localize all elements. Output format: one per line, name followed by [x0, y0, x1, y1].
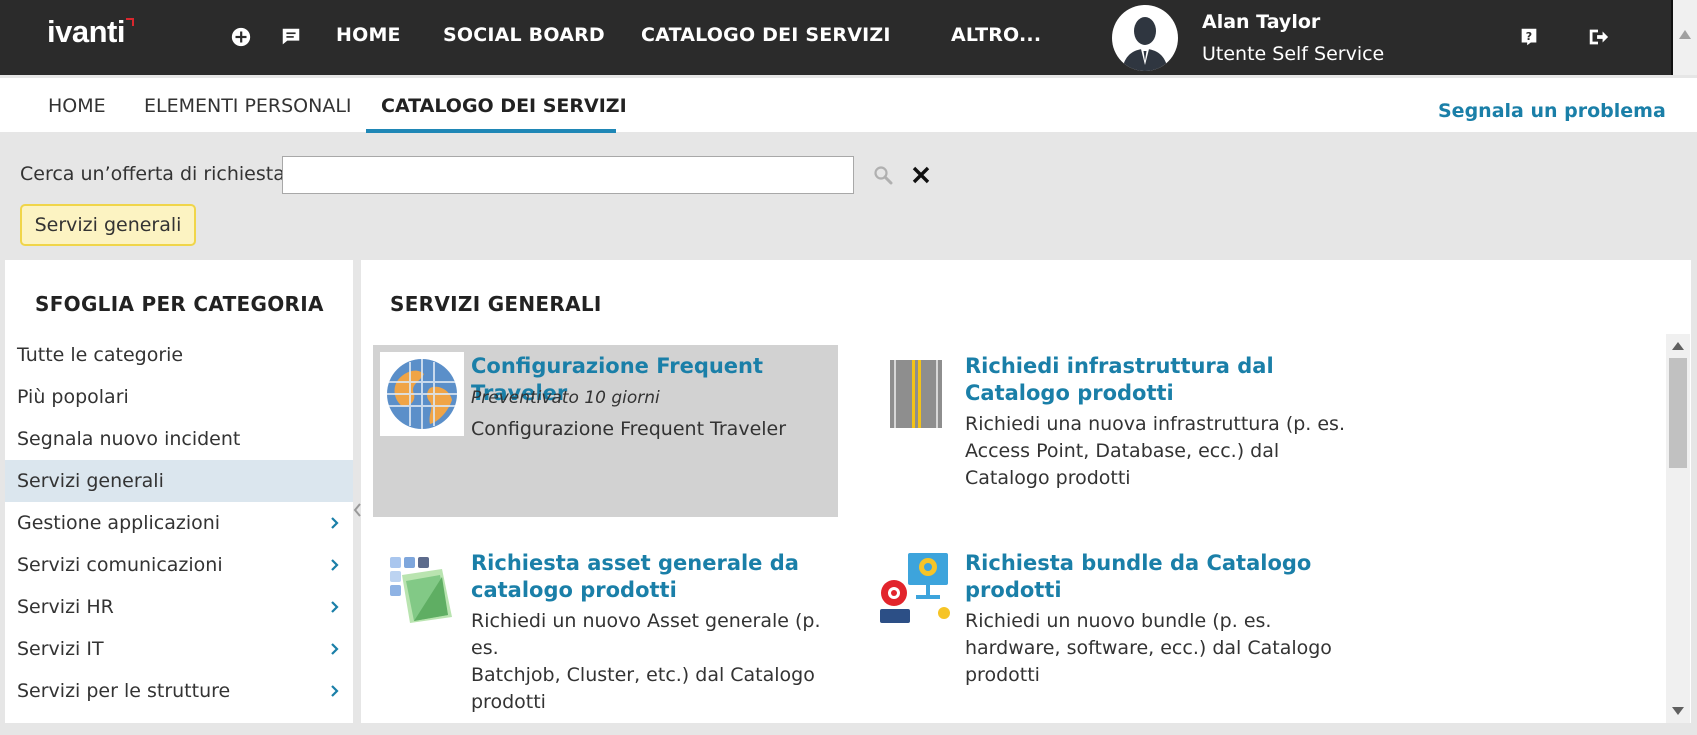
offer-title[interactable]: Richiesta asset generale da catalogo pro… [471, 550, 836, 604]
category-all[interactable]: Tutte le categorie [5, 334, 353, 376]
offer-title[interactable]: Richiesta bundle da Catalogo prodotti [965, 550, 1315, 604]
filter-chip-general-services[interactable]: Servizi generali [20, 204, 196, 246]
offers-scrollbar[interactable] [1666, 334, 1690, 723]
category-communication-services[interactable]: Servizi comunicazioni [5, 544, 353, 586]
user-role: Utente Self Service [1202, 43, 1385, 65]
tab-service-catalog[interactable]: CATALOGO DEI SERVIZI [381, 95, 627, 117]
nav-more[interactable]: ALTRO... [951, 24, 1041, 46]
page-scrollbar[interactable] [1673, 0, 1697, 75]
category-label: Tutte le categorie [17, 344, 184, 366]
ivanti-logo[interactable]: ivanti [47, 14, 125, 50]
category-general-services[interactable]: Servizi generali [5, 460, 353, 502]
report-problem-link[interactable]: Segnala un problema [1438, 100, 1666, 122]
chevron-right-icon [331, 685, 339, 697]
search-icon[interactable] [872, 164, 894, 186]
globe-icon [380, 352, 464, 436]
offers-panel: SERVIZI GENERALI Configurazione Frequent… [361, 260, 1691, 723]
scroll-down-arrow-icon[interactable] [1672, 707, 1684, 715]
category-facility-services[interactable]: Servizi per le strutture [5, 670, 353, 712]
avatar[interactable] [1112, 5, 1178, 71]
user-name: Alan Taylor [1202, 11, 1321, 33]
help-icon[interactable]: ? [1516, 24, 1542, 50]
search-input[interactable] [282, 156, 854, 194]
offer-description: Richiedi una nuova infrastruttura (p. es… [965, 411, 1345, 492]
category-popular[interactable]: Più popolari [5, 376, 353, 418]
category-label: Servizi per le strutture [17, 680, 231, 702]
offer-description: Richiedi un nuovo bundle (p. es. hardwar… [965, 608, 1345, 689]
category-it-services[interactable]: Servizi IT [5, 628, 353, 670]
nav-home[interactable]: HOME [336, 24, 401, 46]
scroll-up-arrow-icon[interactable] [1672, 342, 1684, 350]
offer-title-line: Richiedi infrastruttura dal [965, 354, 1274, 378]
svg-text:?: ? [1526, 30, 1532, 43]
offer-title-line: Richiesta asset generale da [471, 551, 799, 575]
category-app-management[interactable]: Gestione applicazioni [5, 502, 353, 544]
offer-description-line: Richiedi un nuovo bundle (p. es. [965, 610, 1272, 632]
offer-description-line: Access Point, Database, ecc.) dal [965, 440, 1280, 462]
nav-social-board[interactable]: SOCIAL BOARD [443, 24, 605, 46]
section-heading: SERVIZI GENERALI [390, 292, 602, 316]
nav-service-catalog[interactable]: CATALOGO DEI SERVIZI [641, 24, 891, 46]
offer-estimate: Preventivato 10 giorni [471, 388, 660, 408]
offer-title-line: Catalogo prodotti [965, 381, 1174, 405]
tab-home[interactable]: HOME [48, 95, 106, 117]
category-label: Gestione applicazioni [17, 512, 221, 534]
offer-card-infrastructure[interactable]: Richiedi infrastruttura dal Catalogo pro… [867, 345, 1345, 517]
chevron-right-icon [331, 517, 339, 529]
category-label: Segnala nuovo incident [17, 428, 241, 450]
chevron-right-icon [331, 643, 339, 655]
category-label: Servizi generali [17, 470, 164, 492]
chevron-right-icon [331, 601, 339, 613]
offer-title[interactable]: Richiedi infrastruttura dal Catalogo pro… [965, 353, 1315, 407]
collapse-panel-handle-icon[interactable] [353, 502, 361, 518]
asset-icon [380, 547, 464, 631]
offer-description-line: prodotti [965, 664, 1040, 686]
offer-description-line: hardware, software, ecc.) dal Catalogo [965, 637, 1332, 659]
bundle-icon [874, 547, 958, 631]
scrollbar-thumb[interactable] [1669, 358, 1687, 468]
chat-icon[interactable] [278, 24, 304, 50]
offer-title-line: prodotti [965, 578, 1062, 602]
active-tab-indicator [366, 129, 616, 133]
add-icon[interactable] [228, 24, 254, 50]
scroll-up-arrow-icon[interactable] [1679, 30, 1691, 39]
offer-description-line: Catalogo prodotti [965, 467, 1131, 489]
logo-mark [126, 18, 134, 26]
offer-title-line: Richiesta bundle da Catalogo [965, 551, 1312, 575]
offer-card-general-asset[interactable]: Richiesta asset generale da catalogo pro… [373, 542, 838, 714]
category-hr-services[interactable]: Servizi HR [5, 586, 353, 628]
top-bar: ivanti HOME SOCIAL BOARD CATALOGO DEI SE… [0, 0, 1697, 75]
chevron-right-icon [331, 559, 339, 571]
offer-title-line: catalogo prodotti [471, 578, 677, 602]
offer-description: Configurazione Frequent Traveler [471, 418, 787, 440]
search-label: Cerca un’offerta di richiesta: [20, 163, 292, 185]
category-label: Servizi comunicazioni [17, 554, 223, 576]
offer-card-frequent-traveler[interactable]: Configurazione Frequent Traveler Prevent… [373, 345, 838, 517]
offer-card-bundle[interactable]: Richiesta bundle da Catalogo prodotti Ri… [867, 542, 1332, 714]
category-label: Servizi HR [17, 596, 114, 618]
offer-description-line: Richiedi un nuovo Asset generale (p. es. [471, 610, 821, 659]
logout-icon[interactable] [1585, 24, 1611, 50]
category-panel: SFOGLIA PER CATEGORIA Tutte le categorie… [5, 260, 353, 723]
offer-description-line: Batchjob, Cluster, etc.) dal Catalogo [471, 664, 815, 686]
clear-icon[interactable] [910, 164, 932, 186]
category-report-incident[interactable]: Segnala nuovo incident [5, 418, 353, 460]
category-label: Più popolari [17, 386, 129, 408]
tab-personal-items[interactable]: ELEMENTI PERSONALI [144, 95, 352, 117]
road-icon [874, 352, 958, 436]
sub-tabs: HOME ELEMENTI PERSONALI CATALOGO DEI SER… [0, 75, 1697, 133]
category-label: Servizi IT [17, 638, 104, 660]
offer-description: Richiedi un nuovo Asset generale (p. es.… [471, 608, 851, 716]
offer-description-line: Richiedi una nuova infrastruttura (p. es… [965, 413, 1345, 435]
offer-description-line: prodotti [471, 691, 546, 713]
category-heading: SFOGLIA PER CATEGORIA [35, 292, 324, 316]
